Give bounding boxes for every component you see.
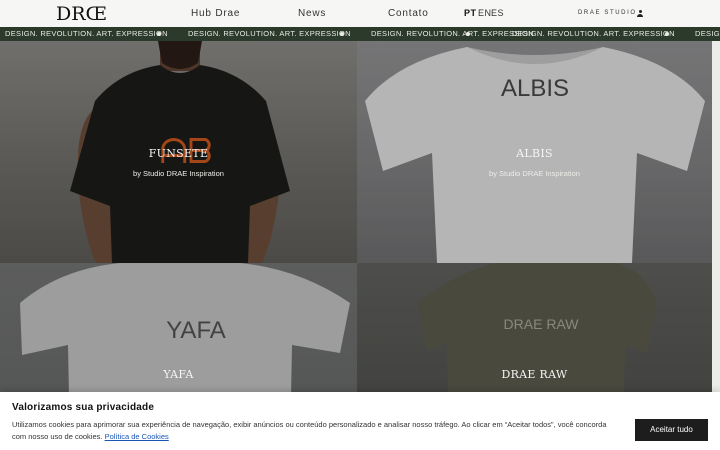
lang-en[interactable]: EN <box>478 8 492 18</box>
lang-es[interactable]: ES <box>491 8 504 18</box>
nav-hub-drae[interactable]: Hub Drae <box>191 8 240 19</box>
site-header: DRŒ Hub Drae News Contato PT EN ES DRAE … <box>0 0 720 27</box>
cookie-title: Valorizamos sua privacidade <box>12 402 155 413</box>
user-icon[interactable] <box>637 10 643 17</box>
cookie-body: Utilizamos cookies para aprimorar sua ex… <box>12 420 607 441</box>
marquee-text: DESIGN. REVOLUTION. ART. EXPRESSION <box>512 29 675 38</box>
studio-link[interactable]: DRAE STUDIO <box>578 10 637 16</box>
marquee-separator <box>466 32 470 36</box>
tagline-marquee: DESIGN. REVOLUTION. ART. EXPRESSION DESI… <box>0 27 720 41</box>
product-card-funsete[interactable]: ᗩᗷ FUNSETE by Studio DRAE Inspiration <box>0 41 357 263</box>
product-name-yafa[interactable]: YAFA <box>0 368 357 381</box>
right-gutter <box>712 41 720 450</box>
product-name-funsete[interactable]: FUNSETE <box>0 147 357 160</box>
product-name-drae-raw[interactable]: DRAE RAW <box>357 368 712 381</box>
marquee-text: DESIGN. REVOLUTION. ART. EXPRESSION <box>5 29 168 38</box>
lang-pt[interactable]: PT <box>464 8 477 18</box>
product-name-albis[interactable]: ALBIS <box>357 147 712 160</box>
accept-all-button[interactable]: Aceitar tudo <box>635 419 708 441</box>
marquee-separator <box>665 32 669 36</box>
product-by-funsete: by Studio DRAE Inspiration <box>133 169 224 178</box>
marquee-text: DESIGN. REVOLUTION. ART. EXPRESSION <box>371 29 534 38</box>
user-icon-head <box>638 10 642 13</box>
marquee-text: DESIG <box>695 29 720 38</box>
marquee-separator <box>157 32 161 36</box>
nav-contato[interactable]: Contato <box>388 8 429 19</box>
product-card-albis[interactable]: ALBIS ALBIS by Studio DRAE Inspiration <box>357 41 712 263</box>
nav-news[interactable]: News <box>298 8 326 19</box>
cookie-text: Utilizamos cookies para aprimorar sua ex… <box>12 419 617 443</box>
cookie-consent-banner: Valorizamos sua privacidade Utilizamos c… <box>0 392 720 450</box>
marquee-text: DESIGN. REVOLUTION. ART. EXPRESSION <box>188 29 351 38</box>
marquee-separator <box>340 32 344 36</box>
cookie-policy-link[interactable]: Política de Cookies <box>105 432 169 441</box>
drae-logo[interactable]: DRŒ <box>56 3 107 25</box>
user-icon-body <box>637 13 643 17</box>
product-by-albis: by Studio DRAE Inspiration <box>489 169 580 178</box>
